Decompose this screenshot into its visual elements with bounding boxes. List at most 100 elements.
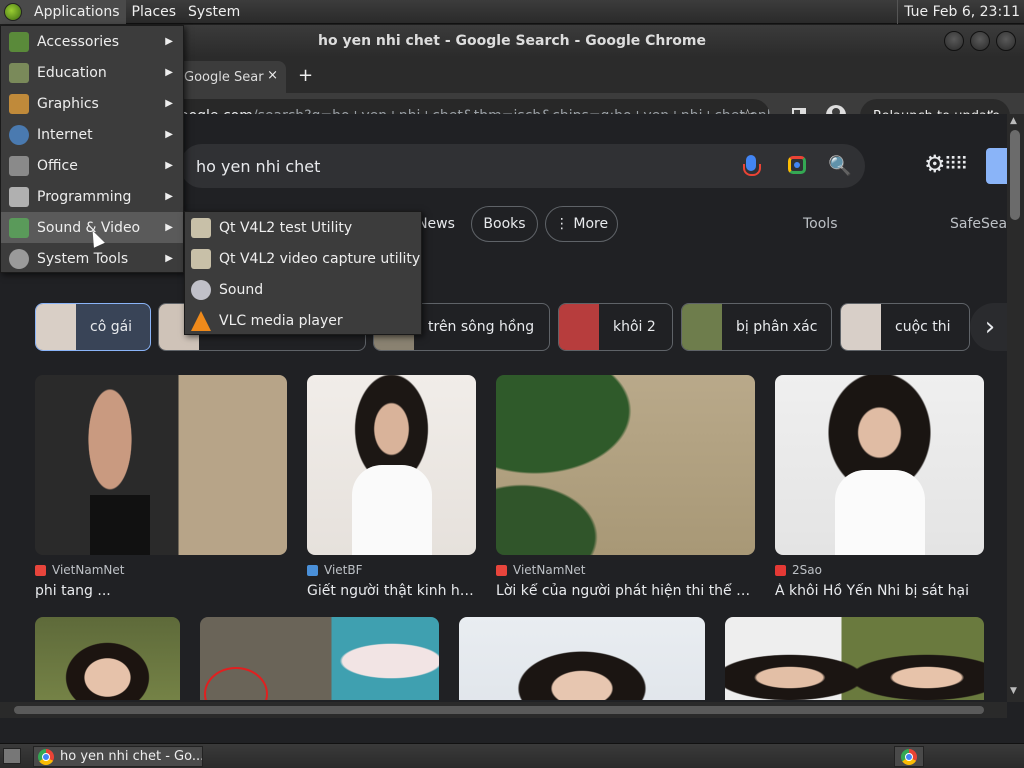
search-icon[interactable]: 🔍 xyxy=(828,154,852,177)
source-favicon-icon xyxy=(35,564,46,576)
qt-v4l2-icon xyxy=(191,217,211,238)
filter-chip[interactable]: cuộc thi xyxy=(840,303,970,351)
result-source: VietNamNet xyxy=(52,563,125,577)
show-desktop-icon[interactable] xyxy=(3,748,21,764)
image-result[interactable]: 2Sao Á khôi Hồ Yến Nhi bị sát hại xyxy=(775,375,984,599)
menu-item-label: Accessories xyxy=(37,33,120,50)
submenu-item-vlc[interactable]: VLC media player xyxy=(185,305,421,336)
submenu-arrow-icon: ▶ xyxy=(165,98,173,109)
google-lens-icon[interactable] xyxy=(788,156,806,174)
sign-in-button[interactable] xyxy=(986,148,1007,184)
menu-item-label: Qt V4L2 test Utility xyxy=(219,219,353,236)
maximize-button[interactable] xyxy=(970,31,990,51)
menu-item-label: Qt V4L2 video capture utility xyxy=(219,250,421,267)
image-result[interactable]: VietNamNet Lời kể của người phát hiện th… xyxy=(496,375,755,599)
result-title: phi tang ... xyxy=(35,583,111,599)
submenu-arrow-icon: ▶ xyxy=(165,222,173,233)
nav-more[interactable]: ⋮ More xyxy=(545,206,618,242)
taskbar-chrome-window[interactable]: ho yen nhi chet - Go... xyxy=(33,746,203,767)
safesearch-button[interactable]: SafeSear xyxy=(950,216,1007,232)
chip-thumbnail xyxy=(559,304,599,350)
sound-video-submenu: Qt V4L2 test Utility Qt V4L2 video captu… xyxy=(184,211,422,335)
source-favicon-icon xyxy=(496,564,507,576)
google-apps-icon[interactable]: ⠿⠿ xyxy=(944,154,968,175)
system-tools-gear-icon xyxy=(9,248,29,269)
menu-item-programming[interactable]: Programming ▶ xyxy=(1,181,183,212)
vlc-cone-icon xyxy=(191,310,211,331)
sound-icon xyxy=(191,279,211,300)
menu-item-label: Programming xyxy=(37,188,132,205)
search-input[interactable]: ho yen nhi chet 🔍 xyxy=(180,144,865,188)
sound-video-icon xyxy=(9,217,29,238)
chips-next-arrow-icon[interactable]: › xyxy=(970,303,1007,351)
menu-item-internet[interactable]: Internet ▶ xyxy=(1,119,183,150)
horizontal-scroll-thumb[interactable] xyxy=(14,706,984,714)
programming-icon xyxy=(9,186,29,207)
chip-thumbnail xyxy=(36,304,76,350)
filter-chip[interactable]: bị phân xác xyxy=(681,303,832,351)
menu-item-label: System Tools xyxy=(37,250,129,267)
chip-thumbnail xyxy=(841,304,881,350)
internet-globe-icon xyxy=(9,124,29,145)
image-result[interactable] xyxy=(200,617,439,700)
source-favicon-icon xyxy=(307,564,318,576)
image-result[interactable] xyxy=(459,617,705,700)
result-source: VietNamNet xyxy=(513,563,586,577)
tab-close-icon[interactable]: × xyxy=(267,68,278,83)
vertical-scroll-thumb[interactable] xyxy=(1010,130,1020,220)
tab-google-search[interactable]: Google Sear × xyxy=(176,61,286,93)
office-icon xyxy=(9,155,29,176)
submenu-item-sound[interactable]: Sound xyxy=(185,274,421,305)
tray-chrome-button[interactable] xyxy=(894,746,924,767)
result-image xyxy=(35,375,287,555)
filter-chip[interactable]: cô gái xyxy=(35,303,151,351)
applications-menu-button[interactable]: Applications xyxy=(0,0,126,24)
chip-label: cô gái xyxy=(90,319,133,335)
menu-item-label: Internet xyxy=(37,126,93,143)
result-source: 2Sao xyxy=(792,563,822,577)
filter-chip[interactable]: khôi 2 xyxy=(558,303,673,351)
image-result[interactable]: VietBF Giết người thật kinh ho... xyxy=(307,375,476,599)
chrome-icon xyxy=(901,748,917,765)
menu-item-office[interactable]: Office ▶ xyxy=(1,150,183,181)
panel-clock[interactable]: Tue Feb 6, 23:11 xyxy=(897,0,1020,24)
submenu-arrow-icon: ▶ xyxy=(165,253,173,264)
applications-label: Applications xyxy=(34,3,120,20)
settings-gear-icon[interactable]: ⚙ xyxy=(924,150,946,178)
menu-item-graphics[interactable]: Graphics ▶ xyxy=(1,88,183,119)
image-result[interactable]: VietNamNet phi tang ... xyxy=(35,375,287,599)
submenu-item-qt-v4l2-test[interactable]: Qt V4L2 test Utility xyxy=(185,212,421,243)
system-menu-button[interactable]: System xyxy=(182,0,246,24)
menu-item-label: Graphics xyxy=(37,95,99,112)
menu-item-accessories[interactable]: Accessories ▶ xyxy=(1,26,183,57)
graphics-icon xyxy=(9,93,29,114)
submenu-item-qt-v4l2-capture[interactable]: Qt V4L2 video capture utility xyxy=(185,243,421,274)
voice-search-icon[interactable] xyxy=(743,155,761,176)
menu-item-education[interactable]: Education ▶ xyxy=(1,57,183,88)
tab-title: Google Sear xyxy=(184,69,264,85)
chip-label: khôi 2 xyxy=(613,319,656,335)
vertical-scrollbar[interactable]: ▲ ▼ xyxy=(1007,114,1024,702)
image-result[interactable] xyxy=(725,617,984,700)
minimize-button[interactable] xyxy=(944,31,964,51)
scroll-down-arrow-icon[interactable]: ▼ xyxy=(1010,686,1017,696)
close-window-button[interactable] xyxy=(996,31,1016,51)
menu-item-system-tools[interactable]: System Tools ▶ xyxy=(1,243,183,274)
places-menu-button[interactable]: Places xyxy=(126,0,183,24)
tools-button[interactable]: Tools xyxy=(803,216,838,232)
distro-logo-icon xyxy=(4,2,22,21)
result-image xyxy=(775,375,984,555)
result-title: Á khôi Hồ Yến Nhi bị sát hại xyxy=(775,583,970,599)
nav-books[interactable]: Books xyxy=(471,206,538,242)
result-title: Giết người thật kinh ho... xyxy=(307,583,476,599)
chrome-icon xyxy=(38,748,54,765)
new-tab-button[interactable]: + xyxy=(298,65,313,86)
scroll-up-arrow-icon[interactable]: ▲ xyxy=(1010,116,1017,126)
qt-v4l2-icon xyxy=(191,248,211,269)
submenu-arrow-icon: ▶ xyxy=(165,129,173,140)
menu-item-label: Office xyxy=(37,157,78,174)
horizontal-scrollbar[interactable] xyxy=(0,702,1007,718)
result-image xyxy=(496,375,755,555)
search-query: ho yen nhi chet xyxy=(196,156,321,176)
image-result[interactable] xyxy=(35,617,180,700)
